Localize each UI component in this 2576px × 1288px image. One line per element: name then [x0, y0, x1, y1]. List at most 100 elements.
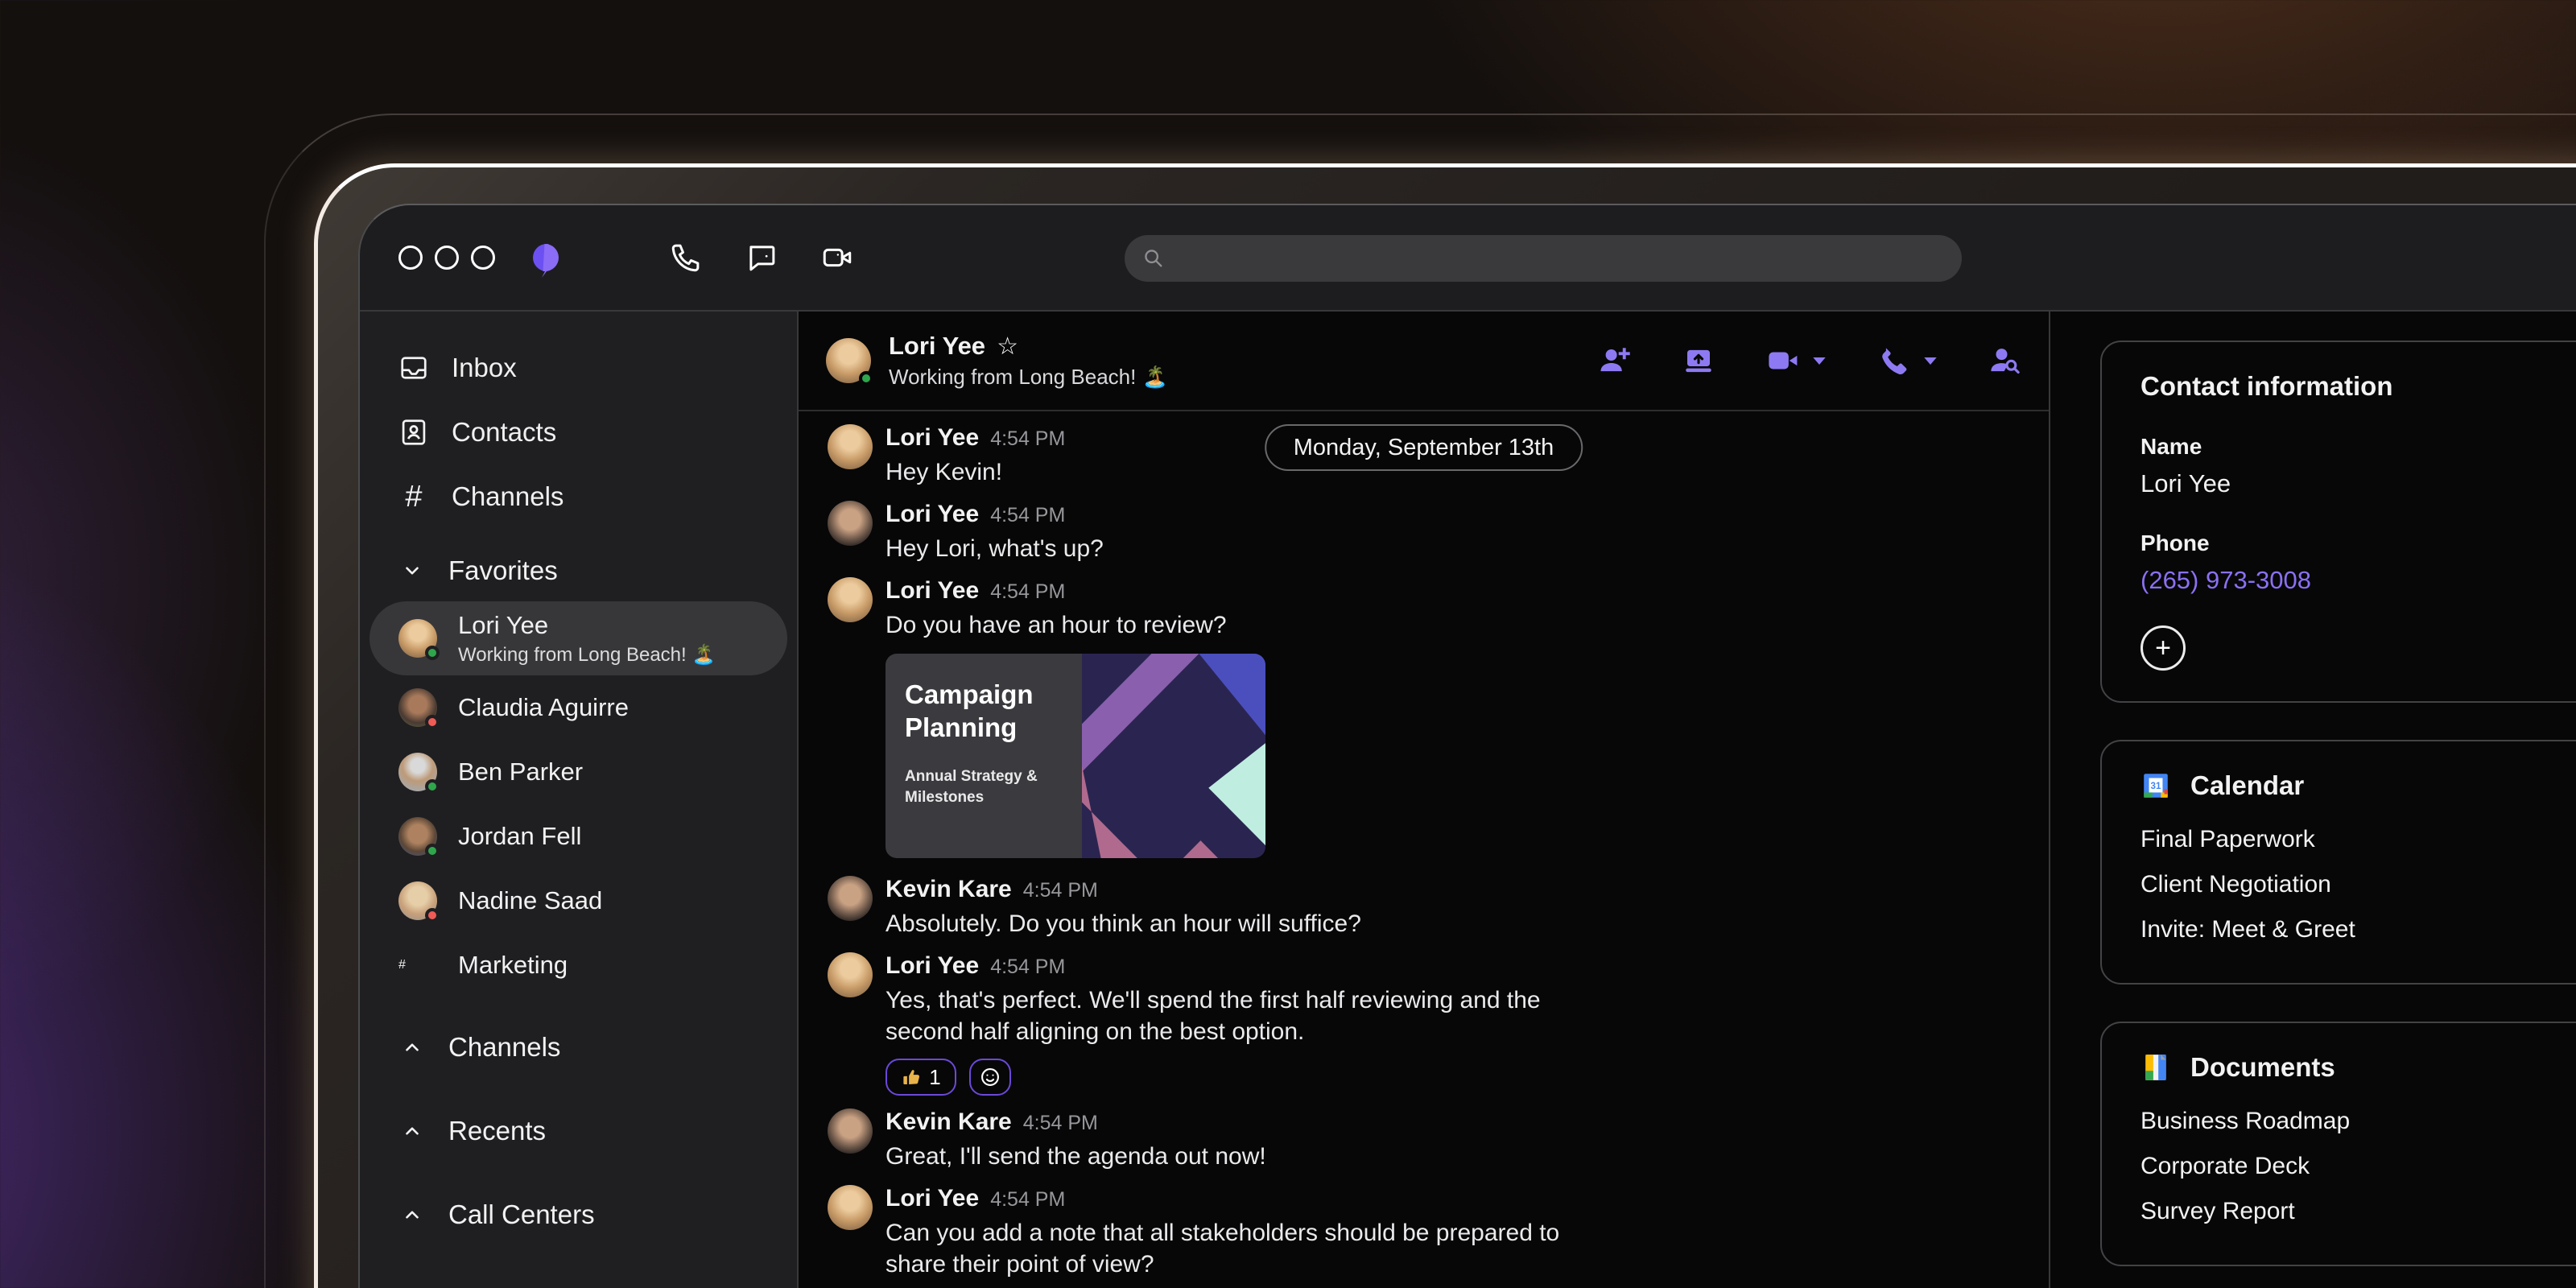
message-head: Lori Yee 4:54 PM — [886, 424, 1065, 455]
app-window: Inbox Contacts # Channels Favorites Lori Ye… — [358, 204, 2576, 1288]
favorite-item-nadine-saad[interactable]: Nadine Saad — [360, 869, 797, 933]
calendar-event-invite-meet-greet[interactable]: Invite: Meet & GreetJu — [2140, 907, 2576, 952]
sidebar-item-contacts[interactable]: Contacts — [360, 400, 797, 464]
message-author: Kevin Kare — [886, 1108, 1012, 1135]
favorite-item-marketing[interactable]: # Marketing — [360, 933, 797, 997]
message-timestamp: 4:54 PM — [990, 956, 1066, 978]
document-business-roadmap[interactable]: Business RoadmapJu — [2140, 1099, 2576, 1144]
favorite-item-lori-yee[interactable]: Lori Yee Working from Long Beach! 🏝️ — [369, 601, 787, 675]
app-logo-icon — [533, 244, 559, 278]
document-survey-report[interactable]: Survey ReportJu — [2140, 1189, 2576, 1234]
sidebar-section-channels[interactable]: Channels — [360, 1013, 797, 1081]
add-person-button[interactable] — [1598, 344, 1632, 378]
message-head: Kevin Kare 4:54 PM — [886, 1108, 1266, 1139]
search-bar[interactable] — [1125, 235, 1962, 282]
person-search-icon — [1991, 349, 2020, 374]
panel-title: Documents — [2190, 1052, 2335, 1082]
sidebar-nav: Inbox Contacts # Channels — [360, 336, 797, 529]
chevron-up-icon — [402, 1037, 423, 1058]
calendar-event-client-negotiation[interactable]: Client NegotiationJu — [2140, 862, 2576, 907]
search-member-button[interactable] — [1988, 344, 2021, 378]
window-control-dot[interactable] — [398, 246, 423, 270]
favorite-star-icon[interactable]: ☆ — [997, 332, 1018, 361]
favorite-item-claudia-aguirre[interactable]: Claudia Aguirre — [360, 675, 797, 740]
chat-icon[interactable] — [745, 241, 778, 275]
video-icon[interactable] — [820, 241, 854, 275]
favorite-item-jordan-fell[interactable]: Jordan Fell — [360, 804, 797, 869]
chat-panel: Lori Yee ☆ Working from Long Beach! 🏝️ M… — [799, 312, 2049, 1288]
calendar-event-title: Final Paperwork — [2140, 826, 2315, 852]
add-reaction-button[interactable] — [969, 1059, 1011, 1096]
favorite-item-text: Ben Parker — [458, 758, 583, 786]
avatar — [828, 876, 873, 921]
favorite-status: Working from Long Beach! 🏝️ — [458, 643, 716, 666]
calendar-event-title: Invite: Meet & Greet — [2140, 916, 2355, 943]
start-call-button[interactable] — [1876, 344, 1938, 378]
chevron-up-icon — [402, 1204, 423, 1225]
attachment-card[interactable]: Campaign Planning Annual Strategy & Miles… — [886, 654, 1265, 858]
presence-dot — [425, 779, 440, 794]
message-timestamp: 4:54 PM — [990, 1188, 1066, 1211]
chat-contact-name: Lori Yee — [889, 332, 986, 360]
reaction-thumbs-up-button[interactable]: 1 — [886, 1059, 956, 1096]
favorite-item-ben-parker[interactable]: Ben Parker — [360, 740, 797, 804]
name-label: Name — [2140, 434, 2202, 459]
favorites-section-header[interactable]: Favorites — [360, 540, 797, 601]
window-control-dot[interactable] — [471, 246, 495, 270]
svg-text:31: 31 — [2151, 781, 2161, 791]
document-title: Survey Report — [2140, 1198, 2295, 1224]
sidebar-item-inbox[interactable]: Inbox — [360, 336, 797, 400]
window-control-dot[interactable] — [435, 246, 459, 270]
message-body: Lori Yee 4:54 PM Hey Kevin! — [886, 424, 1065, 488]
avatar — [828, 952, 873, 997]
panel-title: Contact information — [2140, 371, 2393, 401]
sidebar-item-channels[interactable]: # Channels — [360, 464, 797, 529]
reaction-count: 1 — [929, 1064, 941, 1089]
call-icon[interactable] — [669, 241, 703, 275]
presence-dot — [425, 908, 440, 923]
document-title: Business Roadmap — [2140, 1108, 2351, 1134]
chat-actions — [1598, 344, 2021, 378]
favorites-list: Lori Yee Working from Long Beach! 🏝️ Claud… — [360, 601, 797, 997]
window-controls[interactable] — [398, 246, 495, 270]
avatar — [398, 753, 440, 794]
message-body: Kevin Kare 4:54 PM Absolutely. Do you thin… — [886, 876, 1361, 939]
favorite-item-text: Marketing — [458, 951, 568, 980]
message-author: Kevin Kare — [886, 876, 1012, 902]
thumbs-up-icon — [901, 1067, 923, 1088]
message-text: Do you have an hour to review? — [886, 612, 1227, 638]
avatar — [828, 1108, 873, 1154]
message-timestamp: 4:54 PM — [1022, 1112, 1098, 1134]
calendar-event-final-paperwork[interactable]: Final PaperworkJu — [2140, 817, 2576, 862]
attachment-card-text: Campaign Planning Annual Strategy & Miles… — [886, 654, 1082, 858]
message-head: Lori Yee 4:54 PM — [886, 501, 1104, 531]
chevron-down-icon[interactable] — [1812, 356, 1827, 366]
presence-dot — [425, 844, 440, 858]
google-calendar-icon: 31 — [2144, 774, 2168, 798]
avatar — [398, 688, 440, 729]
add-contact-field-button[interactable]: + — [2140, 625, 2186, 671]
sidebar-section-call-centers[interactable]: Call Centers — [360, 1181, 797, 1249]
document-corporate-deck[interactable]: Corporate DeckJu — [2140, 1144, 2576, 1189]
message: Lori Yee 4:54 PM Yes, that's perfect. We'l… — [828, 952, 2020, 1096]
chevron-down-icon[interactable] — [1923, 356, 1938, 366]
attachment-subtitle: Annual Strategy & Milestones — [905, 768, 1038, 806]
sidebar: Inbox Contacts # Channels Favorites Lori Ye… — [360, 312, 799, 1288]
contact-info-panel: Contact information Name Lori Yee Phone … — [2100, 341, 2576, 703]
screen-share-icon — [1686, 349, 1711, 373]
avatar — [398, 817, 440, 858]
chevron-down-icon — [406, 567, 419, 575]
phone-link[interactable]: (265) 973-3008 — [2140, 566, 2576, 595]
hash-icon: # — [398, 958, 406, 972]
message-head: Lori Yee 4:54 PM — [886, 952, 1610, 983]
calendar-event-title: Client Negotiation — [2140, 871, 2331, 898]
video-filled-icon — [1769, 352, 1798, 369]
message-timestamp: 4:54 PM — [990, 427, 1066, 450]
start-video-button[interactable] — [1765, 344, 1827, 378]
message-author: Lori Yee — [886, 501, 980, 527]
message-author: Lori Yee — [886, 424, 980, 451]
screen-share-button[interactable] — [1682, 344, 1715, 378]
search-input[interactable] — [1176, 246, 1901, 271]
favorite-item-text: Claudia Aguirre — [458, 693, 629, 722]
sidebar-section-recents[interactable]: Recents — [360, 1097, 797, 1165]
